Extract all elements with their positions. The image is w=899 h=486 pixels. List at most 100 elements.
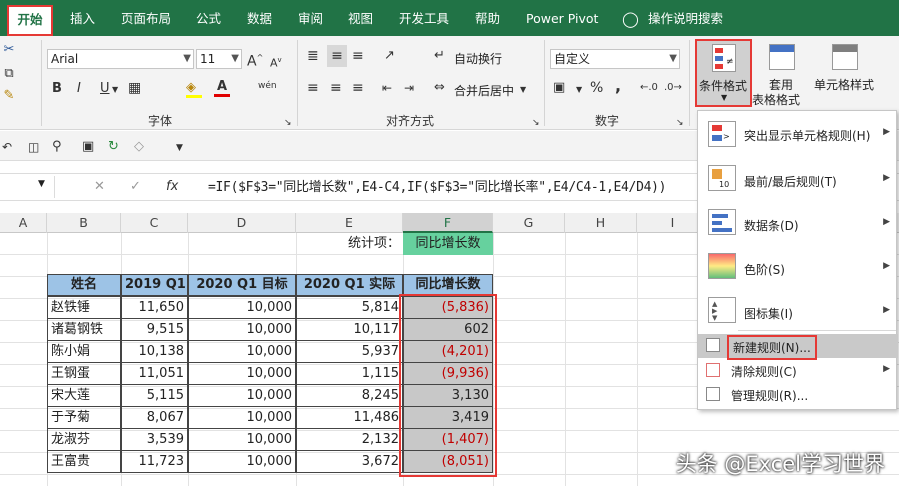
fill-color-icon[interactable]: ◈ [186,80,196,96]
table-cell[interactable]: 10,117 [296,318,403,341]
shapes-icon[interactable]: ◇ [134,139,144,155]
percent-button[interactable]: % [590,80,603,96]
cell-styles-icon[interactable] [832,44,858,70]
wrap-text-button[interactable]: 自动换行 [454,50,502,67]
table-cell[interactable]: 11,650 [121,296,188,319]
table-cell[interactable]: 11,723 [121,450,188,473]
tab-insert[interactable]: 插入 [70,0,95,36]
accounting-format-icon[interactable]: ▣ [553,80,565,96]
table-cell[interactable]: 1,115 [296,362,403,385]
tab-home[interactable]: 开始 [7,5,53,36]
column-header-h[interactable]: H [565,213,637,233]
table-cell[interactable]: 10,000 [188,296,296,319]
font-name-select[interactable]: Arial ▼ [47,49,194,69]
font-dialog-launcher-icon[interactable]: ↘ [284,115,292,131]
header-2019-q1[interactable]: 2019 Q1 [121,274,188,296]
format-as-table-label-2[interactable]: 表格格式 [752,91,800,108]
table-cell-name[interactable]: 于予菊 [47,406,121,429]
increase-decimal-icon[interactable]: ←.0 [640,80,658,96]
tab-data[interactable]: 数据 [247,0,272,36]
column-header-e[interactable]: E [296,213,403,233]
stat-select-cell[interactable]: 同比增长数 [403,233,493,255]
menu-item-icon-sets[interactable]: ▲ ▶ ▼ 图标集(I) ▶ [698,295,898,327]
orientation-icon[interactable]: ↗ [384,48,395,64]
camera-icon[interactable]: ▣ [82,139,94,155]
shrink-font-button[interactable]: Av [270,52,282,72]
table-cell[interactable]: 10,000 [188,384,296,407]
column-header-c[interactable]: C [121,213,188,233]
menu-item-color-scales[interactable]: 色阶(S) ▶ [698,251,898,283]
table-cell[interactable]: 5,814 [296,296,403,319]
tab-formulas[interactable]: 公式 [196,0,221,36]
align-center-icon[interactable]: ≡ [330,80,342,96]
cancel-icon[interactable]: ✕ [94,179,105,195]
tab-review[interactable]: 审阅 [298,0,323,36]
number-format-select[interactable]: 自定义 ▼ [550,49,680,69]
table-cell[interactable]: 10,000 [188,406,296,429]
number-dialog-launcher-icon[interactable]: ↘ [676,115,684,131]
undo-icon[interactable]: ↶ [2,139,12,155]
formula-text[interactable]: =IF($F$3="同比增长数",E4-C4,IF($F$3="同比增长率",E… [208,176,666,195]
merge-center-icon[interactable]: ⇔ [434,80,445,96]
column-header-a[interactable]: A [0,213,47,233]
borders-icon[interactable]: ▦ [128,80,141,96]
format-painter-icon[interactable]: ✎ [2,88,16,104]
italic-button[interactable]: I [77,81,81,97]
menu-item-new-rule[interactable]: 新建规则(N)... [698,334,898,360]
table-cell[interactable]: 2,132 [296,428,403,451]
align-bottom-icon[interactable]: ≡ [352,48,364,64]
refresh-icon[interactable]: ↻ [108,139,119,155]
table-cell-name[interactable]: 龙淑芬 [47,428,121,451]
tab-power-pivot[interactable]: Power Pivot [526,0,598,36]
table-cell[interactable]: 10,000 [188,362,296,385]
alignment-dialog-launcher-icon[interactable]: ↘ [532,115,540,131]
table-cell[interactable]: 9,515 [121,318,188,341]
table-cell[interactable]: 11,051 [121,362,188,385]
format-as-table-icon[interactable] [769,44,795,70]
table-cell-name[interactable]: 王富贵 [47,450,121,473]
phonetic-guide-button[interactable]: wén [258,78,277,94]
tell-me-search[interactable]: 操作说明搜索 [648,0,723,36]
grow-font-button[interactable]: A^ [247,50,263,70]
table-cell[interactable]: 10,000 [188,340,296,363]
zoom-icon[interactable]: ⚲ [52,139,62,155]
table-cell-name[interactable]: 陈小娟 [47,340,121,363]
column-header-g[interactable]: G [493,213,565,233]
stat-label[interactable]: 统计项： [296,233,403,255]
print-preview-icon[interactable]: ◫ [28,139,39,155]
align-right-icon[interactable]: ≡ [352,80,364,96]
menu-item-top-bottom-rules[interactable]: 10 最前/最后规则(T) ▶ [698,163,898,195]
column-header-f[interactable]: F [403,213,493,233]
table-cell[interactable]: 10,138 [121,340,188,363]
bold-button[interactable]: B [52,81,62,97]
table-cell[interactable]: 10,000 [188,318,296,341]
header-yoy-growth[interactable]: 同比增长数 [403,274,493,296]
chevron-down-icon[interactable]: ▼ [112,82,118,98]
underline-button[interactable]: U [100,81,110,97]
insert-function-button[interactable]: fx [166,179,178,195]
header-2020-q1-actual[interactable]: 2020 Q1 实际 [296,274,403,296]
table-cell[interactable]: 10,000 [188,450,296,473]
header-name[interactable]: 姓名 [47,274,121,296]
tab-view[interactable]: 视图 [348,0,373,36]
table-cell[interactable]: 10,000 [188,428,296,451]
table-cell[interactable]: 3,672 [296,450,403,473]
comma-button[interactable]: , [615,78,621,94]
decrease-indent-icon[interactable]: ⇤ [382,80,392,96]
table-cell[interactable]: 8,067 [121,406,188,429]
increase-indent-icon[interactable]: ⇥ [404,80,414,96]
enter-icon[interactable]: ✓ [130,179,141,195]
conditional-format-button[interactable]: ≠ 条件格式 ▼ [695,39,752,107]
menu-item-manage-rules[interactable]: 管理规则(R)... [698,384,898,406]
table-cell[interactable]: 5,115 [121,384,188,407]
cut-icon[interactable]: ✂ [2,42,16,58]
decrease-decimal-icon[interactable]: .0→ [664,80,682,96]
menu-item-data-bars[interactable]: 数据条(D) ▶ [698,207,898,239]
table-cell[interactable]: 5,937 [296,340,403,363]
chevron-down-icon[interactable]: ▼ [576,82,582,98]
merge-center-button[interactable]: 合并后居中 [454,82,514,99]
wrap-text-icon[interactable]: ↵ [434,48,445,64]
align-middle-icon[interactable]: ≡ [327,45,347,67]
table-cell-name[interactable]: 王钢蛋 [47,362,121,385]
copy-icon[interactable]: ⧉ [2,66,16,82]
